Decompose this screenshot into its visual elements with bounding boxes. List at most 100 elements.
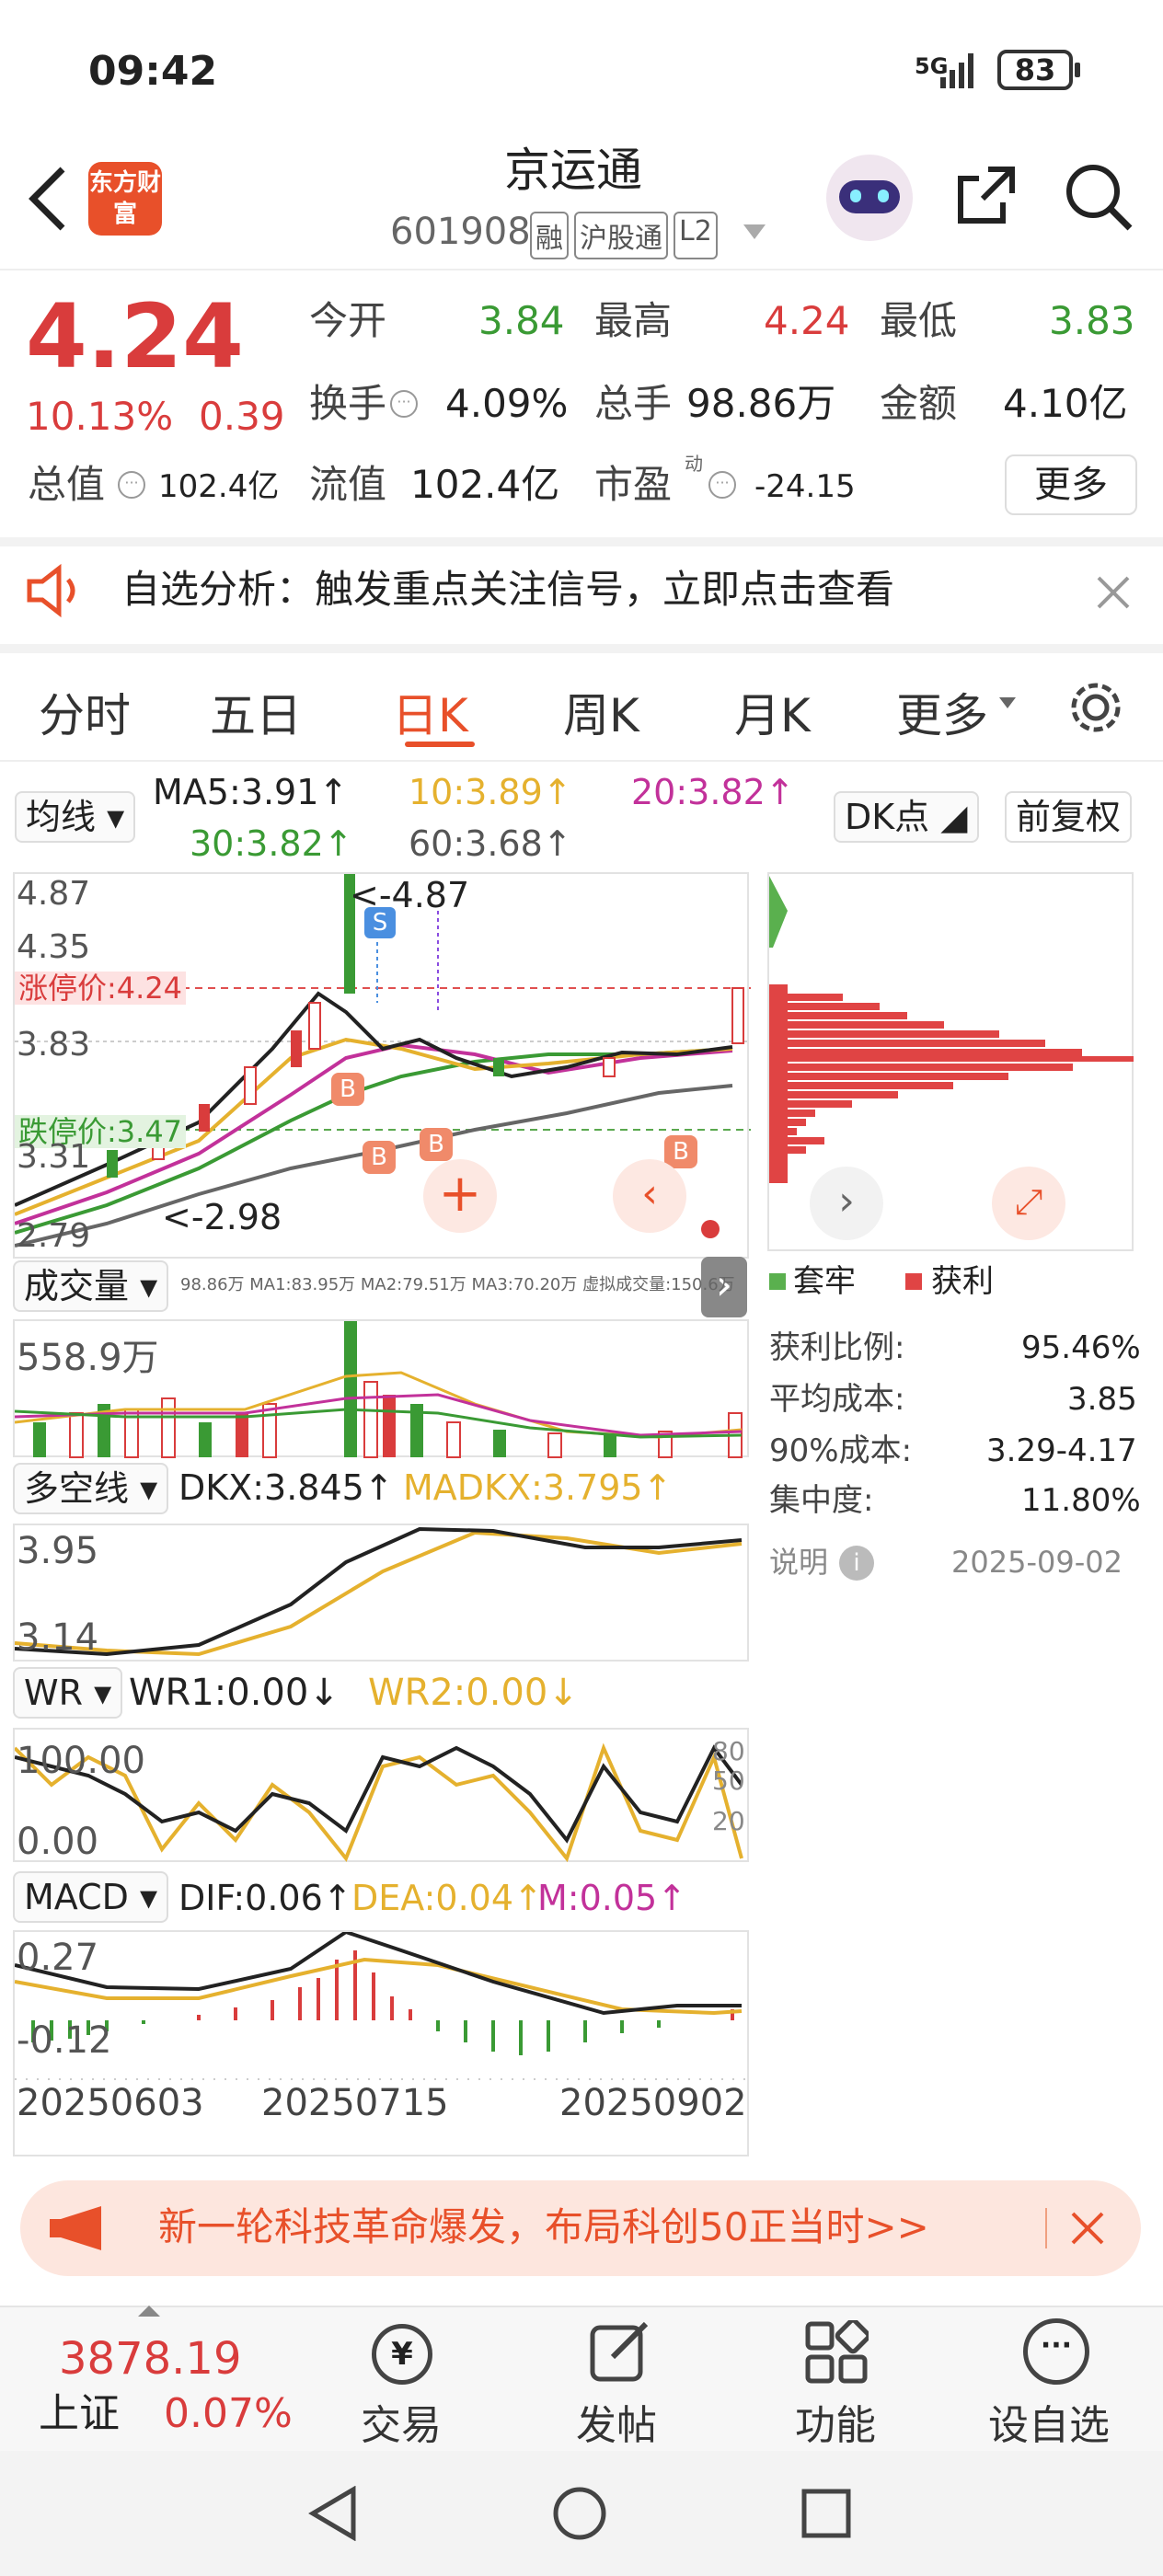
system-recents-icon[interactable] <box>800 2488 852 2539</box>
info-icon[interactable]: ··· <box>390 390 418 418</box>
tag-margin: 融 <box>530 212 569 259</box>
add-watchlist-icon[interactable]: ··· <box>1023 2318 1089 2385</box>
tab-monthly-k[interactable]: 月K <box>734 679 811 745</box>
buy-marker[interactable]: B <box>420 1128 453 1161</box>
info-icon[interactable]: ··· <box>118 471 145 499</box>
change-amount: 0.39 <box>199 394 285 439</box>
kline-chart[interactable]: 4.87 4.35 涨停价:4.24 3.83 跌停价:3.47 3.31 2.… <box>13 872 751 1259</box>
chevron-left-icon[interactable]: ‹ <box>613 1159 686 1233</box>
chip-date: 2025-09-02 <box>951 1545 1123 1580</box>
candle <box>291 1030 302 1067</box>
dropdown-icon[interactable] <box>742 223 767 241</box>
profit-ratio-label: 获利比例: <box>769 1329 905 1366</box>
tab-intraday[interactable]: 分时 <box>39 679 131 745</box>
tab-more[interactable]: 更多 <box>896 679 988 745</box>
volume-select[interactable]: 成交量 ▾ <box>13 1260 169 1312</box>
legend-trap: 套牢 <box>793 1263 856 1300</box>
ma-select[interactable]: 均线 ▾ <box>15 791 136 843</box>
index-name[interactable]: 上证 <box>39 2394 120 2434</box>
volume-chart[interactable]: 558.9万 <box>13 1319 749 1458</box>
expand-icon[interactable]: ⤢ <box>992 1167 1065 1240</box>
note-link[interactable]: 说明 <box>769 1547 828 1577</box>
chip-trap-area <box>769 876 788 948</box>
assistant-avatar[interactable] <box>826 155 913 241</box>
chevron-up-icon[interactable] <box>138 2306 160 2317</box>
signal-icon <box>940 53 973 88</box>
add-drawing-icon[interactable]: + <box>423 1159 497 1233</box>
live-dot <box>701 1220 720 1238</box>
share-icon[interactable] <box>951 160 1021 230</box>
info-icon[interactable]: ··· <box>708 471 736 499</box>
candle <box>244 1066 257 1105</box>
pe-superscript: 动 <box>685 453 703 475</box>
open-value: 3.84 <box>478 298 565 343</box>
dkx-y-bottom: 3.14 <box>17 1616 99 1659</box>
index-value[interactable]: 3878.19 <box>59 2337 242 2381</box>
settings-icon[interactable] <box>1065 677 1126 738</box>
back-icon[interactable] <box>26 164 70 234</box>
buy-marker[interactable]: B <box>664 1135 697 1168</box>
m-value: M:0.05↑ <box>537 1878 687 1918</box>
candle-last <box>731 987 744 1044</box>
search-icon[interactable] <box>1062 160 1135 234</box>
ma20-label: 20:3.82↑ <box>631 772 795 812</box>
nav-add-watchlist[interactable]: 设自选 <box>988 2392 1110 2451</box>
wr-ref-80: 80 <box>712 1736 745 1766</box>
system-back-icon[interactable] <box>307 2486 359 2541</box>
alert-text[interactable]: 自选分析：触发重点关注信号，立即点击查看 <box>121 570 894 609</box>
amount-value: 4.10亿 <box>1003 381 1128 426</box>
nav-post[interactable]: 发帖 <box>576 2392 657 2451</box>
wr2-value: WR2:0.00↓ <box>368 1672 579 1714</box>
wr-chart[interactable]: 100.00 0.00 80 50 20 <box>13 1728 749 1863</box>
sell-marker[interactable]: S <box>364 907 396 938</box>
adjust-select[interactable]: 前复权 <box>1005 791 1133 843</box>
dkx-chart[interactable]: 3.95 3.14 <box>13 1524 749 1662</box>
nav-function[interactable]: 功能 <box>795 2392 876 2451</box>
dkx-line <box>15 1526 743 1657</box>
dkx-y-top: 3.95 <box>17 1530 99 1572</box>
post-icon[interactable] <box>587 2318 653 2385</box>
float-value: 102.4亿 <box>410 462 560 507</box>
banner-text[interactable]: 新一轮科技革命爆发，布局科创50正当时>> <box>158 2208 929 2247</box>
buy-marker[interactable]: B <box>363 1141 396 1174</box>
macd-select[interactable]: MACD ▾ <box>13 1871 169 1923</box>
nav-trade[interactable]: 交易 <box>361 2392 442 2451</box>
tab-5day[interactable]: 五日 <box>210 679 302 745</box>
promo-banner[interactable]: 新一轮科技革命爆发，布局科创50正当时>> <box>20 2180 1141 2276</box>
y-label-4: 3.31 <box>17 1138 91 1176</box>
cost90-label: 90%成本: <box>769 1432 913 1469</box>
turnover-label: 换手 <box>309 381 387 426</box>
more-quote-button[interactable]: 更多 <box>1005 454 1137 515</box>
macd-chart[interactable]: 0.27 -0.12 20250603 20250715 20250902 <box>13 1930 751 2156</box>
concentration-label: 集中度: <box>769 1482 874 1519</box>
dif-line <box>15 1932 742 2016</box>
madkx-line <box>15 1530 743 1657</box>
buy-marker[interactable]: B <box>331 1073 364 1106</box>
system-home-icon[interactable] <box>552 2486 607 2541</box>
wr-y-bottom: 0.00 <box>17 1821 99 1863</box>
wr-y-top: 100.00 <box>17 1740 145 1782</box>
info-circle-icon[interactable]: i <box>839 1546 874 1581</box>
function-icon[interactable] <box>804 2320 869 2385</box>
dea-value: DEA:0.04↑ <box>351 1878 543 1918</box>
status-time: 09:42 <box>88 48 218 95</box>
tab-daily-k[interactable]: 日K <box>392 679 468 745</box>
close-icon[interactable] <box>1069 2210 1106 2247</box>
wr-select[interactable]: WR ▾ <box>13 1667 123 1719</box>
date-start: 20250603 <box>17 2082 204 2124</box>
close-icon[interactable] <box>1095 574 1132 611</box>
dkx-select[interactable]: 多空线 ▾ <box>13 1463 169 1514</box>
chip-chart[interactable]: › ⤢ <box>767 872 1134 1251</box>
index-percent[interactable]: 0.07% <box>164 2394 293 2434</box>
dif-value: DIF:0.06↑ <box>178 1878 352 1918</box>
tab-weekly-k[interactable]: 周K <box>563 679 639 745</box>
chevron-right-icon[interactable]: › <box>810 1167 883 1240</box>
y-label-3: 3.83 <box>17 1026 91 1064</box>
dk-point-select[interactable]: DK点 ◢ <box>834 791 979 843</box>
open-label: 今开 <box>309 298 387 343</box>
tab-more-arrow-icon[interactable] <box>997 696 1018 710</box>
trade-icon[interactable]: ¥ <box>372 2324 432 2385</box>
cost90-value: 3.29-4.17 <box>986 1432 1137 1469</box>
tag-connect: 沪股通 <box>574 212 668 259</box>
macd-histogram <box>31 1950 734 2055</box>
